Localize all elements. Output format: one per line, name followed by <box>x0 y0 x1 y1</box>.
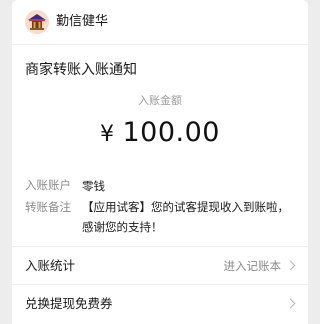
account-header[interactable]: 勤信健华 <box>12 0 308 45</box>
income-stats-label: 入账统计 <box>25 258 76 273</box>
notice-title: 商家转账入账通知 <box>25 62 137 78</box>
currency-symbol: ¥ <box>100 122 115 147</box>
divider <box>12 246 308 247</box>
amount-display: ¥100.00 <box>12 116 308 152</box>
transfer-notice-card: 勤信健华 商家转账入账通知 入账金额 ¥100.00 入账账户 零钱 转账备注 … <box>12 0 308 324</box>
chevron-right-icon <box>285 298 296 309</box>
account-field-label: 入账账户 <box>25 178 71 192</box>
free-coupon-arrow[interactable] <box>281 295 296 313</box>
divider <box>12 284 308 285</box>
free-coupon-label: 兑换提现免费券 <box>25 296 113 311</box>
temple-avatar-icon <box>25 10 49 34</box>
brand-name: 勤信健华 <box>56 14 109 29</box>
amount-label: 入账金额 <box>138 94 182 107</box>
chevron-right-icon <box>285 260 296 271</box>
account-field-value: 零钱 <box>82 179 105 193</box>
income-stats-row[interactable]: 入账统计 进入记账本 <box>12 248 308 284</box>
ledger-link[interactable]: 进入记账本 <box>223 257 296 275</box>
amount-value: 100.00 <box>122 117 220 148</box>
free-coupon-row[interactable]: 兑换提现免费券 <box>12 286 308 322</box>
remark-field-value: 【应用试客】您的试客提现收入到账啦，感谢您的支持！ <box>82 200 289 234</box>
ledger-link-label: 进入记账本 <box>223 259 282 273</box>
remark-field-label: 转账备注 <box>25 200 71 214</box>
